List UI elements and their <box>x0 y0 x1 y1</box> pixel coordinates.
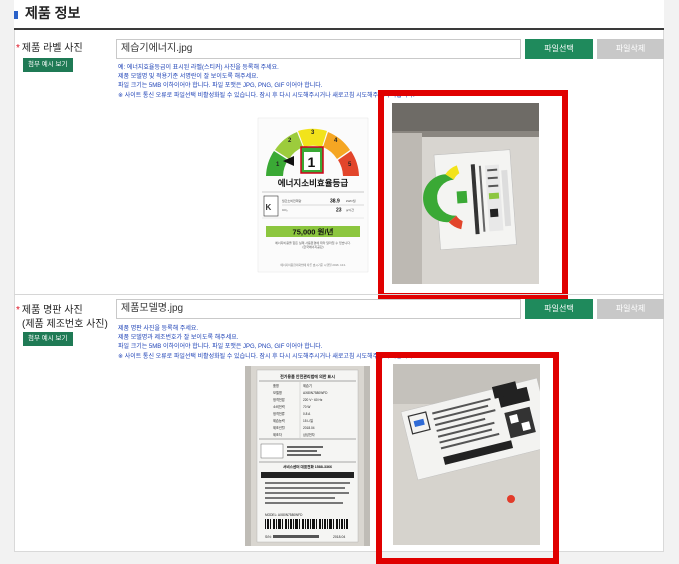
svg-text:220 V~ 60 Hz: 220 V~ 60 Hz <box>303 398 323 402</box>
required-marker-icon-2: * <box>16 305 20 316</box>
svg-text:소비전력: 소비전력 <box>273 404 285 409</box>
nameplate-example-image: 전기용품 안전관리법에 의한 표시 품명 제습기 모델명 AX80N7580WFD … <box>245 366 370 546</box>
svg-text:삼성전자: 삼성전자 <box>303 432 315 437</box>
svg-text:제조년월: 제조년월 <box>273 425 285 430</box>
file-name-field-2[interactable]: 제품모델명.jpg <box>116 299 521 319</box>
svg-text:에너지이용합리화법에 따른 효시기준 시행일 2016. 1: 에너지이용합리화법에 따른 효시기준 시행일 2016. 10.1 <box>280 263 346 267</box>
energy-label-example-image: 1 2 3 4 5 1 에너지소비효율등급 K 월간소비전력량 38.9 kWh… <box>252 114 374 276</box>
manufacture-date: 2018.04 <box>333 535 345 539</box>
upload-help-text: 예: 에너지효율등급이 표시된 라벨(스티커) 사진을 등록해 주세요. 제품 … <box>118 65 415 99</box>
required-marker-icon: * <box>16 43 20 54</box>
svg-text:15 L/일: 15 L/일 <box>303 418 313 423</box>
file-delete-button[interactable]: 파일삭제 <box>597 39 664 59</box>
co2-value: 23 <box>336 208 342 214</box>
svg-text:모델명: 모델명 <box>273 390 282 395</box>
svg-text:제조자: 제조자 <box>273 432 282 437</box>
monthly-consumption-value: 38.9 <box>330 199 340 205</box>
svg-text:70 W: 70 W <box>303 405 310 409</box>
example-view-button[interactable]: 첨부 예시 보기 <box>23 58 73 72</box>
energy-label-graphic: 1 2 3 4 5 1 에너지소비효율등급 K 월간소비전력량 38.9 kWh… <box>252 114 374 276</box>
file-select-button[interactable]: 파일선택 <box>525 39 593 59</box>
row-separator <box>14 294 664 295</box>
svg-text:0.8 A: 0.8 A <box>303 412 311 416</box>
highlight-frame-nameplate <box>376 352 559 564</box>
upload-help-text-2: 제품 명판 사진을 등록해 주세요. 제품 모델명과 제조번호가 잘 보이도록 … <box>118 326 415 360</box>
svg-text:정격전압: 정격전압 <box>273 397 285 402</box>
section-title: 제품 정보 <box>25 5 81 21</box>
current-grade: 1 <box>308 154 316 170</box>
highlight-frame-label <box>378 90 568 299</box>
svg-text:AX80N7580WFD: AX80N7580WFD <box>303 391 328 395</box>
svg-text:품명: 품명 <box>273 383 279 388</box>
file-name-field[interactable]: 제습기에너지.jpg <box>116 39 521 59</box>
annual-cost: 75,000 원/년 <box>293 227 334 237</box>
svg-text:kWh/월: kWh/월 <box>346 198 356 203</box>
label-product-label-photo: * 제품 라벨 사진 <box>16 43 83 54</box>
svg-text:제습능력: 제습능력 <box>273 418 285 423</box>
svg-text:정격전류: 정격전류 <box>273 411 285 416</box>
file-select-button-2[interactable]: 파일선택 <box>525 299 593 319</box>
svg-text:g/시간: g/시간 <box>346 207 354 212</box>
svg-text:CO₂: CO₂ <box>282 208 289 212</box>
svg-text:(한국에너지공단): (한국에너지공단) <box>302 244 323 249</box>
svg-text:제습기: 제습기 <box>303 383 312 388</box>
section-header: 제품 정보 <box>14 0 664 30</box>
section-bullet-icon <box>14 11 18 19</box>
svg-text:K: K <box>266 203 272 212</box>
serial-prefix: S/N: <box>265 535 272 539</box>
file-delete-button-2[interactable]: 파일삭제 <box>597 299 664 319</box>
label-nameplate-photo: * 제품 명판 사진 (제품 제조번호 사진) <box>16 305 108 330</box>
energy-label-title: 에너지소비효율등급 <box>278 178 349 188</box>
service-center-line: 서비스센터 대표전화 1588-3366 <box>283 464 332 469</box>
example-view-button-2[interactable]: 첨부 예시 보기 <box>23 332 73 346</box>
svg-text:월간소비전력량: 월간소비전력량 <box>282 198 302 203</box>
nameplate-title: 전기용품 안전관리법에 의한 표시 <box>280 373 335 379</box>
nameplate-model-line: MODEL: AX80N7580WFD <box>265 513 303 517</box>
nameplate-graphic: 전기용품 안전관리법에 의한 표시 품명 제습기 모델명 AX80N7580WFD … <box>245 366 370 546</box>
svg-text:2018.04: 2018.04 <box>303 426 315 430</box>
